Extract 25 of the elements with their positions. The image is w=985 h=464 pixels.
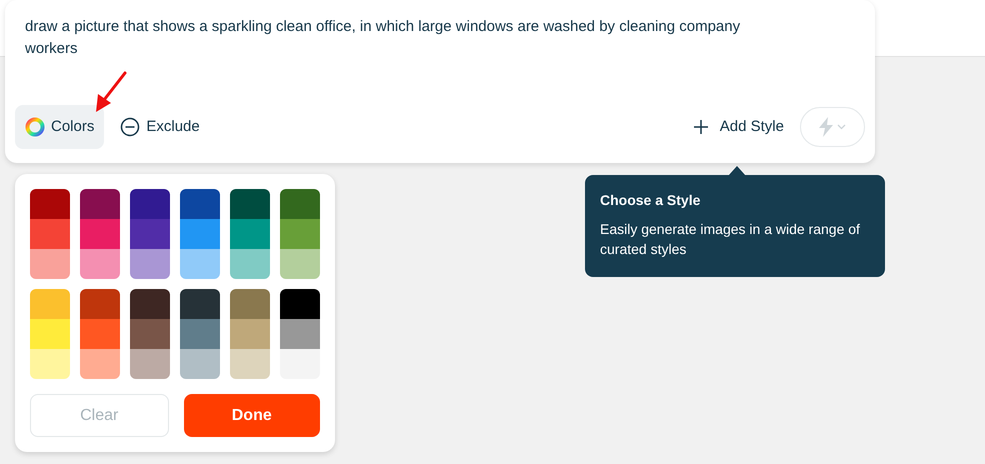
color-swatch[interactable] (230, 189, 270, 279)
annotation-arrow (94, 70, 129, 114)
color-swatch[interactable] (180, 289, 220, 379)
color-swatch[interactable] (130, 289, 170, 379)
color-swatch[interactable] (280, 289, 320, 379)
color-swatch[interactable] (80, 289, 120, 379)
lightning-icon (819, 117, 833, 137)
color-swatch[interactable] (180, 189, 220, 279)
color-swatch[interactable] (280, 189, 320, 279)
done-button[interactable]: Done (184, 394, 320, 437)
tooltip-text: Easily generate images in a wide range of curated styles (600, 220, 860, 259)
colors-button[interactable]: Colors (15, 105, 104, 149)
chevron-down-icon (837, 124, 846, 130)
color-swatch[interactable] (130, 189, 170, 279)
color-wheel-icon (25, 117, 45, 137)
add-style-button[interactable]: Add Style (686, 107, 792, 147)
color-swatch[interactable] (30, 289, 70, 379)
prompt-text[interactable]: draw a picture that shows a sparkling clean office, in which large windows are washed by cleaning company workers (25, 16, 795, 60)
tooltip-title: Choose a Style (600, 191, 702, 209)
exclude-button[interactable]: Exclude (110, 105, 210, 149)
color-swatch[interactable] (80, 189, 120, 279)
color-swatch[interactable] (30, 189, 70, 279)
plus-icon (694, 120, 708, 134)
minus-circle-icon (120, 117, 140, 137)
color-swatch[interactable] (230, 289, 270, 379)
